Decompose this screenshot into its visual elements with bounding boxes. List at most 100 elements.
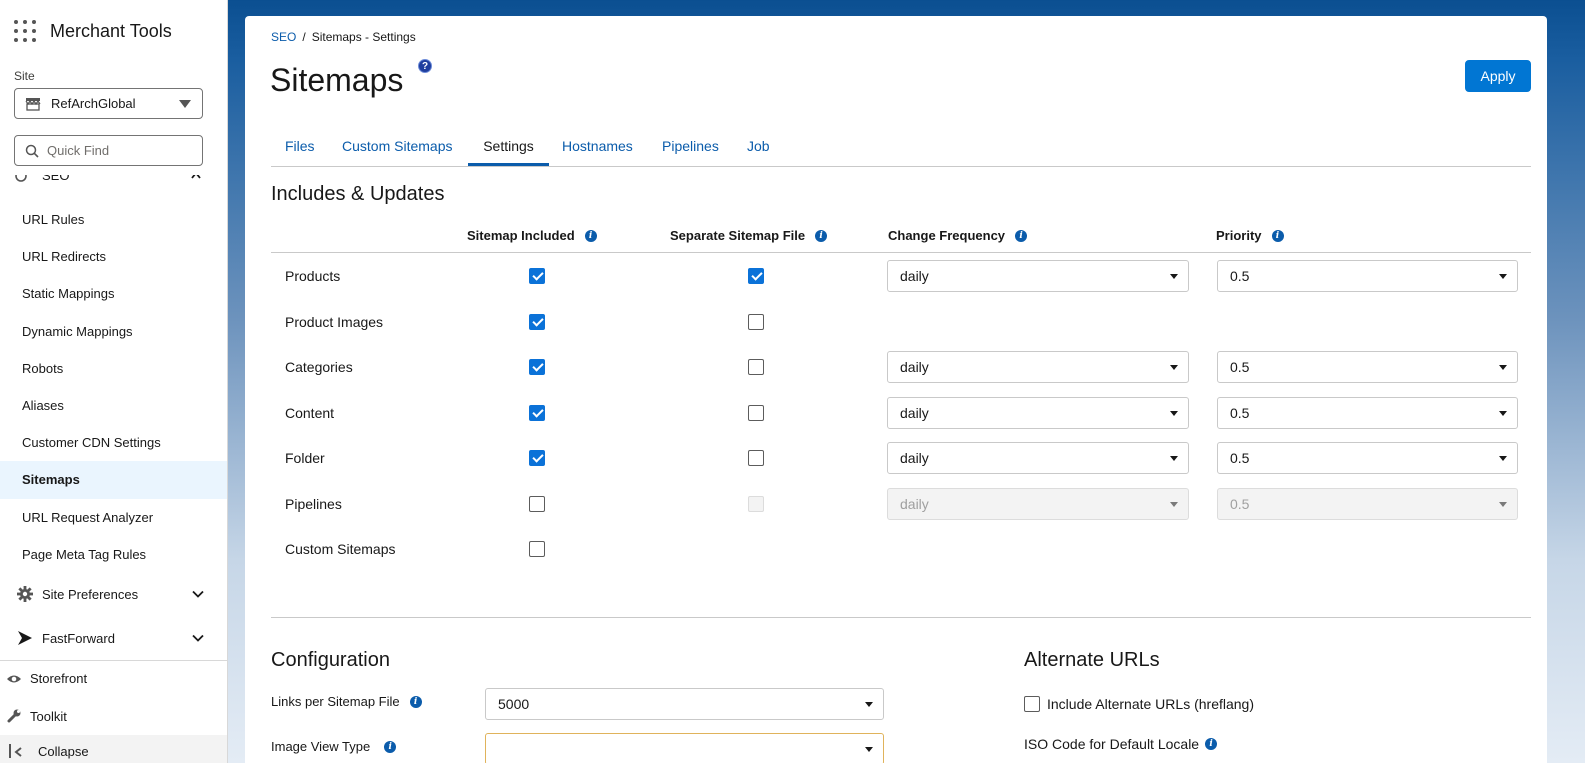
- change-frequency-select[interactable]: daily: [887, 351, 1189, 383]
- info-icon[interactable]: i: [1015, 229, 1028, 242]
- app-title: Merchant Tools: [50, 20, 172, 41]
- image-view-type-label-group: Image View Type i: [271, 739, 397, 754]
- include-alternate-urls-checkbox[interactable]: [1024, 696, 1040, 712]
- sidebar-item-aliases[interactable]: Aliases: [0, 387, 227, 424]
- col-head-change-frequency: Change Frequency i: [888, 228, 1028, 243]
- nav-group-fastforward[interactable]: FastForward: [0, 618, 227, 658]
- links-per-file-label-group: Links per Sitemap File i: [271, 694, 422, 709]
- priority-select[interactable]: 0.5: [1217, 397, 1518, 429]
- help-icon[interactable]: ?: [418, 59, 432, 73]
- apply-button[interactable]: Apply: [1465, 60, 1531, 92]
- sidebar-item-customer-cdn-settings[interactable]: Customer CDN Settings: [0, 424, 227, 461]
- col-head-priority: Priority i: [1216, 228, 1284, 243]
- col-head-separate-file-label: Separate Sitemap File: [670, 228, 806, 243]
- priority-value: 0.5: [1230, 496, 1250, 512]
- separate-file-checkbox[interactable]: [748, 405, 764, 421]
- priority-select[interactable]: 0.5: [1217, 351, 1518, 383]
- configuration-title: Configuration: [271, 649, 390, 671]
- breadcrumb-seo-link[interactable]: SEO: [271, 30, 296, 44]
- info-icon[interactable]: i: [815, 229, 828, 242]
- separate-file-checkbox: [748, 496, 764, 512]
- app-launcher-icon[interactable]: [14, 20, 36, 42]
- collapse-label: Collapse: [38, 744, 89, 759]
- links-per-file-value: 5000: [498, 696, 530, 712]
- image-view-type-label: Image View Type: [271, 739, 371, 754]
- sitemap-included-checkbox[interactable]: [529, 405, 545, 421]
- alternate-urls-title: Alternate URLs: [1024, 649, 1160, 671]
- change-frequency-select[interactable]: daily: [887, 397, 1189, 429]
- change-frequency-value: daily: [900, 359, 929, 375]
- row-label: Categories: [285, 359, 353, 375]
- content-card: [245, 16, 1547, 763]
- sitemap-included-checkbox[interactable]: [529, 268, 545, 284]
- chevron-down-icon: [192, 590, 204, 598]
- storefront-link[interactable]: Storefront: [6, 671, 87, 686]
- quick-find-input[interactable]: [47, 143, 197, 158]
- nav-group-site-preferences[interactable]: Site Preferences: [0, 574, 227, 614]
- seo-icon: [15, 175, 27, 182]
- info-icon[interactable]: i: [384, 740, 397, 753]
- separate-file-checkbox[interactable]: [748, 359, 764, 375]
- storefront-label: Storefront: [30, 671, 88, 686]
- site-select-value: RefArchGlobal: [51, 96, 136, 111]
- sidebar-item-dynamic-mappings[interactable]: Dynamic Mappings: [0, 313, 227, 350]
- caret-down-icon: [179, 100, 191, 108]
- tab-job[interactable]: Job: [747, 130, 770, 166]
- gear-icon: [17, 586, 33, 602]
- chevron-up-icon: [191, 175, 201, 179]
- info-icon[interactable]: i: [1271, 229, 1284, 242]
- sidebar-item-sitemaps[interactable]: Sitemaps: [0, 461, 227, 499]
- collapse-bar[interactable]: Collapse: [0, 735, 227, 763]
- nav-group-seo-partial[interactable]: SEO: [14, 175, 214, 185]
- toolkit-link[interactable]: Toolkit: [6, 708, 67, 724]
- info-icon[interactable]: i: [1205, 738, 1218, 750]
- links-per-file-label: Links per Sitemap File: [271, 694, 400, 709]
- separate-file-checkbox[interactable]: [748, 314, 764, 330]
- col-head-sitemap-included: Sitemap Included i: [467, 228, 597, 243]
- tab-settings[interactable]: Settings: [468, 130, 549, 166]
- change-frequency-value: daily: [900, 496, 929, 512]
- sitemap-included-checkbox[interactable]: [529, 496, 545, 512]
- links-per-file-select[interactable]: 5000: [485, 688, 884, 720]
- row-label: Product Images: [285, 314, 384, 330]
- toolkit-label: Toolkit: [30, 708, 67, 724]
- change-frequency-select[interactable]: daily: [887, 442, 1189, 474]
- tab-custom-sitemaps[interactable]: Custom Sitemaps: [342, 130, 452, 166]
- change-frequency-value: daily: [900, 450, 929, 466]
- sitemap-included-checkbox[interactable]: [529, 359, 545, 375]
- site-label: Site: [14, 69, 35, 83]
- tab-pipelines[interactable]: Pipelines: [662, 130, 719, 166]
- info-icon[interactable]: i: [409, 695, 422, 708]
- include-alternate-urls-label: Include Alternate URLs (hreflang): [1047, 696, 1254, 712]
- sitemap-included-checkbox[interactable]: [529, 450, 545, 466]
- tab-hostnames[interactable]: Hostnames: [562, 130, 633, 166]
- sidebar-item-robots[interactable]: Robots: [0, 350, 227, 387]
- separate-file-checkbox[interactable]: [748, 268, 764, 284]
- col-head-priority-label: Priority: [1216, 228, 1262, 243]
- image-view-type-select[interactable]: [485, 733, 884, 763]
- quick-find[interactable]: [14, 135, 203, 166]
- sitemap-included-checkbox[interactable]: [529, 541, 545, 557]
- sidebar-item-url-rules[interactable]: URL Rules: [0, 201, 227, 238]
- sitemap-included-checkbox[interactable]: [529, 314, 545, 330]
- info-icon[interactable]: i: [584, 229, 597, 242]
- iso-code-label: ISO Code for Default Locale: [1024, 736, 1200, 752]
- row-label: Custom Sitemaps: [285, 541, 396, 557]
- sidebar-item-url-request-analyzer[interactable]: URL Request Analyzer: [0, 499, 227, 536]
- site-select[interactable]: RefArchGlobal: [14, 88, 203, 119]
- change-frequency-value: daily: [900, 268, 929, 284]
- col-head-sitemap-included-label: Sitemap Included: [467, 228, 575, 243]
- row-label: Products: [285, 268, 341, 284]
- sidebar-item-static-mappings[interactable]: Static Mappings: [0, 275, 227, 312]
- priority-select[interactable]: 0.5: [1217, 260, 1518, 292]
- sidebar-item-url-redirects[interactable]: URL Redirects: [0, 238, 227, 275]
- sidebar-item-page-meta-tag-rules[interactable]: Page Meta Tag Rules: [0, 536, 227, 573]
- separate-file-checkbox[interactable]: [748, 450, 764, 466]
- change-frequency-select: daily: [887, 488, 1189, 520]
- includes-updates-title: Includes & Updates: [271, 183, 445, 205]
- collapse-icon: [9, 744, 22, 758]
- tab-files[interactable]: Files: [285, 130, 315, 166]
- breadcrumb-current: Sitemaps - Settings: [311, 30, 416, 44]
- change-frequency-select[interactable]: daily: [887, 260, 1189, 292]
- priority-select[interactable]: 0.5: [1217, 442, 1518, 474]
